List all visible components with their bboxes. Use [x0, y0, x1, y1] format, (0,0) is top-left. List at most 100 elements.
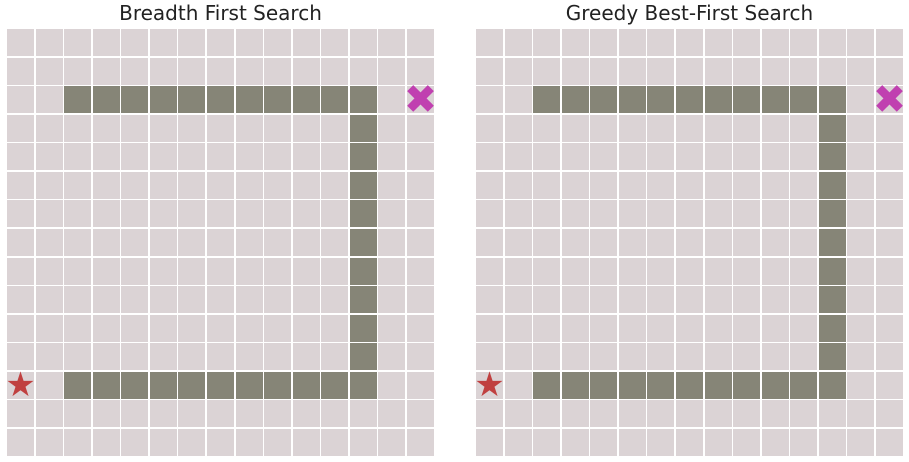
wall-cell: [818, 228, 846, 257]
grid-cell: [476, 257, 504, 285]
grid-cell: [504, 286, 532, 314]
grid-cell: [875, 400, 903, 428]
grid-cell: [590, 343, 618, 371]
grid-cell: [618, 228, 646, 257]
grid-cell: [35, 343, 63, 371]
grid-cell: [121, 400, 149, 428]
grid-cell: [7, 257, 35, 285]
grid-cell: [292, 257, 320, 285]
grid-cell: [561, 428, 589, 456]
grid-cell: [321, 314, 349, 342]
grid-cell: [533, 200, 561, 228]
grid-cell: [7, 400, 35, 428]
grid-cell: [790, 343, 818, 371]
grid-cell: [561, 286, 589, 314]
wall-cell: [618, 86, 646, 114]
grid-cell: [292, 428, 320, 456]
wall-cell: [349, 314, 377, 342]
grid-cell: [761, 314, 789, 342]
grid-cell: [321, 57, 349, 85]
grid-cell: [149, 286, 177, 314]
grid-cell: [121, 286, 149, 314]
grid-cell: [206, 428, 235, 456]
grid-cell: [264, 228, 292, 257]
grid-cell: [321, 114, 349, 142]
grid-cell: [121, 200, 149, 228]
grid-cell: [292, 343, 320, 371]
grid-cell: [761, 29, 789, 57]
grid-cell: [618, 171, 646, 199]
grid-cell: [675, 228, 704, 257]
grid-cell: [675, 343, 704, 371]
grid-cell: [178, 428, 206, 456]
wall-cell: [349, 371, 377, 399]
grid-cell: [504, 86, 532, 114]
grid-cell: [647, 29, 675, 57]
grid-cell: [875, 314, 903, 342]
grid-cell: [264, 343, 292, 371]
grid-cell: [847, 286, 875, 314]
grid-cell: [675, 171, 704, 199]
grid-cell: [264, 428, 292, 456]
grid-cell: [504, 257, 532, 285]
grid-cell: [292, 114, 320, 142]
grid-cell: [618, 114, 646, 142]
grid-cell: [561, 314, 589, 342]
grid-cell: [35, 143, 63, 171]
grid-cell: [292, 200, 320, 228]
grid-cell: [561, 29, 589, 57]
grid-cell: [178, 400, 206, 428]
grid-cell: [875, 228, 903, 257]
grid-cell: [121, 114, 149, 142]
grid-cell: [406, 200, 434, 228]
wall-cell: [178, 371, 206, 399]
grid-cell: [35, 57, 63, 85]
grid-cell: [733, 228, 761, 257]
grid-cell: [349, 57, 377, 85]
grid-cell: [504, 428, 532, 456]
wall-cell: [733, 86, 761, 114]
grid-cell: [121, 228, 149, 257]
grid-cell: [406, 143, 434, 171]
grid-cell: [378, 257, 406, 285]
grid-cell: [35, 200, 63, 228]
grid-cell: [875, 29, 903, 57]
grid-cell: [264, 143, 292, 171]
x-icon: ✖: [872, 76, 907, 123]
grid-cell: [704, 57, 732, 85]
grid-cell: [590, 114, 618, 142]
grid-cell: [847, 171, 875, 199]
grid-cell: [647, 343, 675, 371]
grid-cell: [561, 257, 589, 285]
grid-cell: [321, 400, 349, 428]
grid-cell: [847, 314, 875, 342]
grid-cell: [761, 257, 789, 285]
grid-cell: [178, 171, 206, 199]
grid-cell: [35, 371, 63, 399]
grid-cell: [264, 171, 292, 199]
grid-cell: [235, 143, 263, 171]
grid-cell: [264, 257, 292, 285]
wall-cell: [149, 86, 177, 114]
grid-cell: [790, 200, 818, 228]
grid-cell: [504, 200, 532, 228]
grid-cell: [178, 343, 206, 371]
grid-cell: [64, 400, 92, 428]
grid-cell: [875, 257, 903, 285]
grid-cell: [847, 371, 875, 399]
grid-cell: [378, 400, 406, 428]
grid-cell: [647, 257, 675, 285]
grid-cell: [704, 400, 732, 428]
grid-cell: [349, 400, 377, 428]
grid-cell: [121, 143, 149, 171]
grid-cell: [64, 171, 92, 199]
grid-cell: [476, 57, 504, 85]
grid-cell: [533, 114, 561, 142]
grid-cell: [378, 343, 406, 371]
grid-cell: [790, 29, 818, 57]
grid-cell: [235, 29, 263, 57]
grid-cell: [476, 286, 504, 314]
grid-cell: [704, 428, 732, 456]
grid-cell: [7, 200, 35, 228]
grid-cell: [875, 200, 903, 228]
